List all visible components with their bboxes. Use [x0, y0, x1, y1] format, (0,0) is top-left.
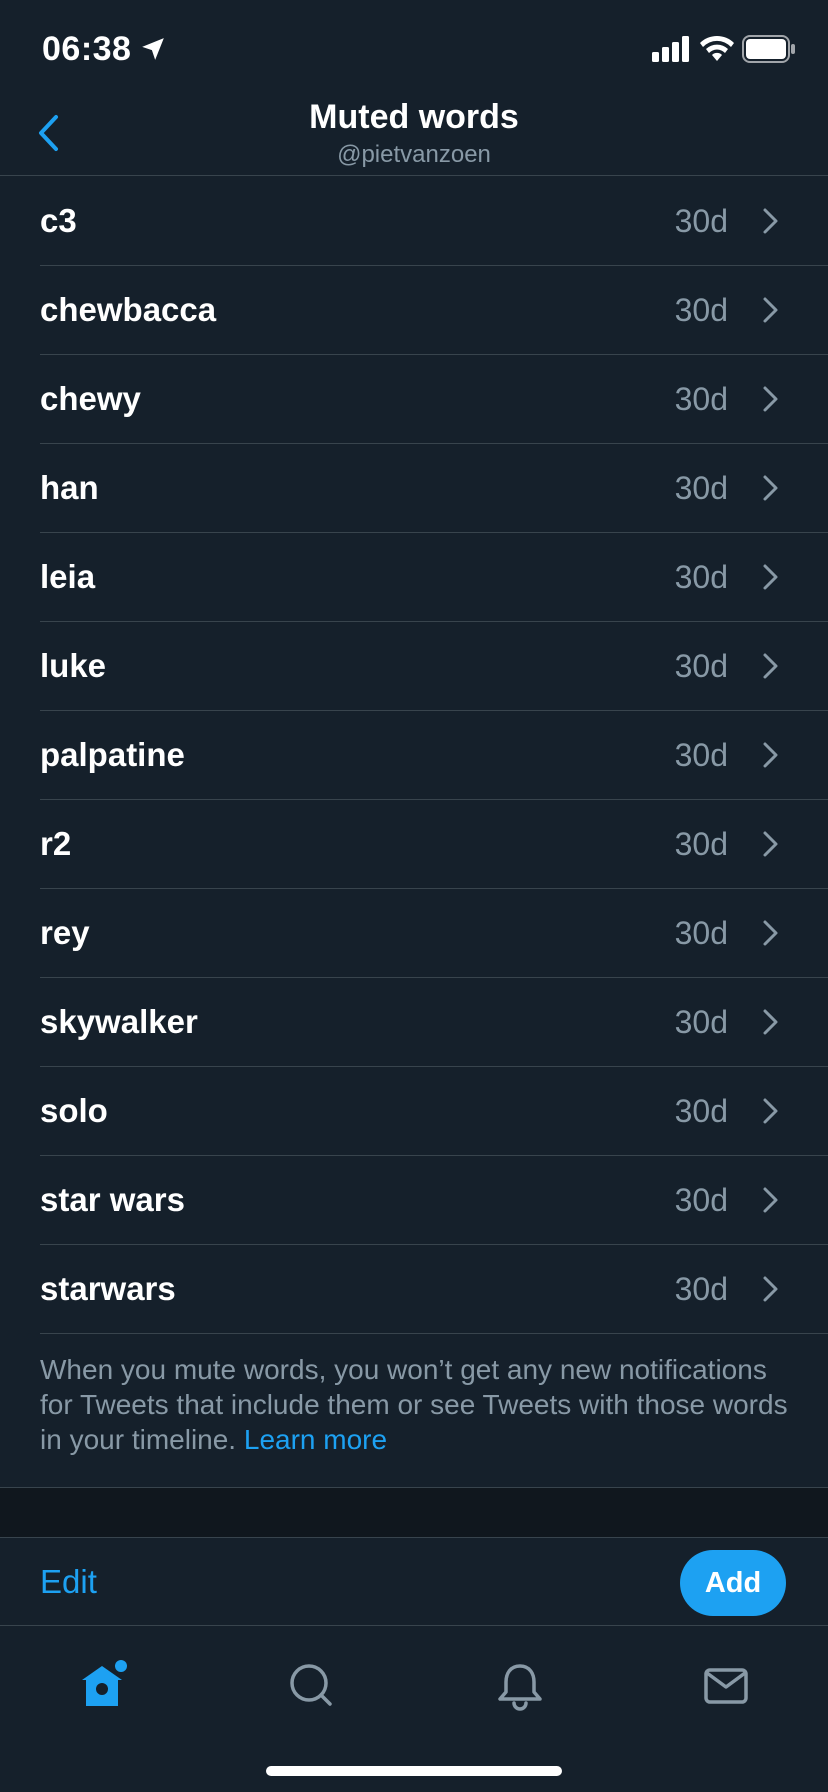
- muted-word-label: han: [40, 469, 99, 506]
- tab-search[interactable]: [282, 1656, 342, 1716]
- muted-word-row[interactable]: r2 30d: [40, 800, 828, 889]
- muted-word-label: solo: [40, 1092, 108, 1129]
- muted-word-row[interactable]: rey 30d: [40, 889, 828, 978]
- battery-icon: [742, 35, 795, 63]
- muted-word-label: rey: [40, 914, 90, 951]
- muted-word-label: starwars: [40, 1270, 176, 1307]
- chevron-right-icon: [763, 831, 778, 857]
- home-icon: [82, 1660, 127, 1706]
- muted-word-row[interactable]: skywalker 30d: [40, 978, 828, 1067]
- muted-word-label: skywalker: [40, 1003, 198, 1040]
- mute-duration: 30d: [674, 559, 728, 595]
- search-icon: [290, 1664, 332, 1706]
- muted-words-list: c3 30d chewbacca 30d chewy 30d han 30d leia 30d lu…: [0, 177, 828, 1334]
- mute-duration: 30d: [674, 648, 728, 684]
- action-bar: Edit Add: [0, 1537, 828, 1626]
- muted-word-row[interactable]: solo 30d: [40, 1067, 828, 1156]
- mute-duration: 30d: [674, 826, 728, 862]
- muted-word-row[interactable]: chewbacca 30d: [40, 266, 828, 355]
- home-indicator[interactable]: [266, 1766, 562, 1776]
- muted-word-row[interactable]: chewy 30d: [40, 355, 828, 444]
- tab-notifications[interactable]: [490, 1656, 550, 1716]
- chevron-right-icon: [763, 297, 778, 323]
- muted-word-label: palpatine: [40, 736, 185, 773]
- page-title: Muted words: [309, 98, 519, 136]
- tab-home[interactable]: [74, 1656, 134, 1716]
- navigation-header: Muted words @pietvanzoen: [0, 100, 828, 176]
- mute-duration: 30d: [674, 737, 728, 773]
- muted-words-info: When you mute words, you won’t get any n…: [40, 1352, 800, 1457]
- mute-duration: 30d: [674, 381, 728, 417]
- add-button[interactable]: Add: [680, 1550, 786, 1616]
- muted-word-label: chewy: [40, 380, 141, 417]
- mute-duration: 30d: [674, 915, 728, 951]
- mute-duration: 30d: [674, 1004, 728, 1040]
- muted-word-label: r2: [40, 825, 72, 862]
- muted-word-row[interactable]: han 30d: [40, 444, 828, 533]
- mute-duration: 30d: [674, 1271, 728, 1307]
- muted-word-label: star wars: [40, 1181, 185, 1218]
- chevron-right-icon: [763, 1009, 778, 1035]
- chevron-right-icon: [763, 386, 778, 412]
- muted-word-label: luke: [40, 647, 107, 684]
- location-arrow-icon: [142, 38, 164, 60]
- account-handle: @pietvanzoen: [337, 141, 491, 168]
- learn-more-link[interactable]: Learn more: [244, 1424, 387, 1455]
- status-bar: 06:38: [0, 0, 828, 100]
- mute-duration: 30d: [674, 203, 728, 239]
- muted-word-row[interactable]: leia 30d: [40, 533, 828, 622]
- mute-duration: 30d: [674, 470, 728, 506]
- chevron-right-icon: [763, 1098, 778, 1124]
- muted-word-row[interactable]: starwars 30d: [40, 1245, 828, 1334]
- mute-duration: 30d: [674, 1182, 728, 1218]
- edit-button[interactable]: Edit: [40, 1538, 97, 1626]
- signal-icon: [652, 36, 689, 62]
- chevron-right-icon: [763, 920, 778, 946]
- bell-icon: [498, 1664, 542, 1711]
- muted-word-label: c3: [40, 202, 77, 239]
- muted-word-row[interactable]: palpatine 30d: [40, 711, 828, 800]
- muted-word-row[interactable]: star wars 30d: [40, 1156, 828, 1245]
- chevron-right-icon: [763, 475, 778, 501]
- mute-duration: 30d: [674, 1093, 728, 1129]
- chevron-right-icon: [763, 1276, 778, 1302]
- muted-word-row[interactable]: c3 30d: [40, 177, 828, 266]
- chevron-right-icon: [763, 1187, 778, 1213]
- mute-duration: 30d: [674, 292, 728, 328]
- chevron-right-icon: [763, 208, 778, 234]
- muted-word-row[interactable]: luke 30d: [40, 622, 828, 711]
- info-text: When you mute words, you won’t get any n…: [40, 1354, 788, 1455]
- mail-icon: [704, 1668, 748, 1704]
- wifi-icon: [700, 35, 734, 61]
- tab-messages[interactable]: [696, 1656, 756, 1716]
- section-spacer: [0, 1487, 828, 1537]
- chevron-right-icon: [763, 653, 778, 679]
- chevron-right-icon: [763, 742, 778, 768]
- status-time: 06:38: [42, 30, 132, 68]
- muted-word-label: leia: [40, 558, 96, 595]
- muted-word-label: chewbacca: [40, 291, 217, 328]
- chevron-right-icon: [763, 564, 778, 590]
